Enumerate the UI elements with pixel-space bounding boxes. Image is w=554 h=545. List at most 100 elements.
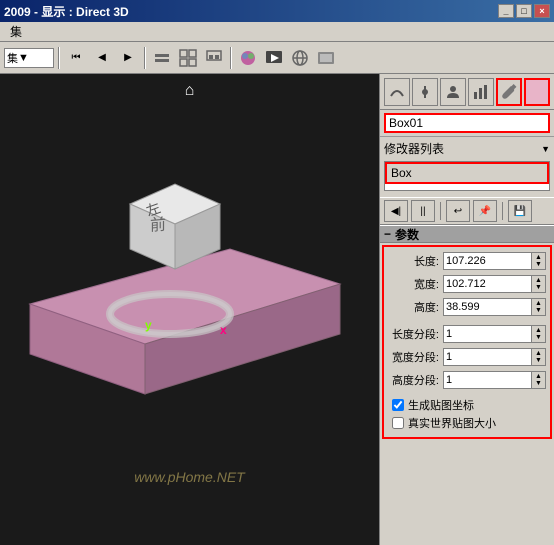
pt2-sep: [440, 202, 441, 220]
param-value-length[interactable]: [446, 255, 529, 267]
param-input-width-seg[interactable]: [443, 348, 532, 366]
checkbox-uvw[interactable]: [392, 399, 404, 411]
params-section: − 参数 长度: ▲ ▼ 宽度:: [380, 225, 554, 545]
param-input-length[interactable]: [443, 252, 532, 270]
scene-svg: 前 左 y x: [0, 74, 379, 545]
panel-btn-wrench[interactable]: [496, 78, 522, 106]
param-input-width[interactable]: [443, 275, 532, 293]
param-row-length: 长度: ▲ ▼: [388, 251, 546, 271]
minimize-button[interactable]: _: [498, 4, 514, 18]
params-header-text: 参数: [395, 226, 419, 243]
panel-color-swatch[interactable]: [524, 78, 550, 106]
close-button[interactable]: ×: [534, 4, 550, 18]
param-spinner-height-seg[interactable]: ▲ ▼: [532, 371, 546, 389]
preview-btn[interactable]: [314, 46, 338, 70]
param-label-height-seg: 高度分段:: [388, 372, 443, 388]
pt2-btn-undo[interactable]: ↩: [446, 200, 470, 222]
param-spinner-height[interactable]: ▲ ▼: [532, 298, 546, 316]
spin-up-height[interactable]: ▲: [535, 300, 542, 307]
collapse-icon[interactable]: −: [384, 227, 391, 241]
maximize-button[interactable]: □: [516, 4, 532, 18]
svg-text:y: y: [145, 318, 152, 332]
spin-down-length[interactable]: ▼: [535, 261, 542, 268]
spin-down-length-seg[interactable]: ▼: [535, 334, 542, 341]
spin-up-length-seg[interactable]: ▲: [535, 327, 542, 334]
param-spinner-width[interactable]: ▲ ▼: [532, 275, 546, 293]
param-row-length-seg: 长度分段: ▲ ▼: [388, 324, 546, 344]
toolbar: 集▼ ⏮ ◀ ▶: [0, 42, 554, 74]
modifier-item-label: Box: [391, 166, 412, 180]
panel-btn-user[interactable]: [440, 78, 466, 106]
svg-text:x: x: [220, 323, 227, 337]
pt2-btn-save[interactable]: 💾: [508, 200, 532, 222]
object-name-row: [380, 110, 554, 137]
panel-btn-pin[interactable]: [412, 78, 438, 106]
right-panel: 修改器列表 ▼ Box ◀| || ↩ 📌 💾 − 参数: [379, 74, 554, 545]
pt2-btn-pin[interactable]: ◀|: [384, 200, 408, 222]
snap-btn[interactable]: [202, 46, 226, 70]
param-value-length-seg[interactable]: [446, 328, 529, 340]
param-spinner-length-seg[interactable]: ▲ ▼: [532, 325, 546, 343]
menu-bar: 集: [0, 22, 554, 42]
param-input-height-seg[interactable]: [443, 371, 532, 389]
panel-toolbar-2: ◀| || ↩ 📌 💾: [380, 197, 554, 225]
param-input-length-seg[interactable]: [443, 325, 532, 343]
param-input-height[interactable]: [443, 298, 532, 316]
main-area: ⌂ 前 左 y x: [0, 74, 554, 545]
title-text: 2009 - 显示 : Direct 3D: [4, 3, 129, 20]
layers-btn[interactable]: [150, 46, 174, 70]
param-label-width: 宽度:: [388, 276, 443, 292]
toolbar-sep-2: [144, 47, 146, 69]
checkbox-row-uvw: 生成贴图坐标: [388, 397, 546, 413]
env-btn[interactable]: [288, 46, 312, 70]
checkbox-realworld[interactable]: [392, 417, 404, 429]
params-header: − 参数: [380, 225, 554, 243]
nav-next-btn[interactable]: ▶: [116, 46, 140, 70]
panel-btn-curve[interactable]: [384, 78, 410, 106]
toolbar-dropdown[interactable]: 集▼: [4, 48, 54, 68]
param-spinner-width-seg[interactable]: ▲ ▼: [532, 348, 546, 366]
spin-down-width[interactable]: ▼: [535, 284, 542, 291]
panel-btn-graph[interactable]: [468, 78, 494, 106]
dropdown-value: 集: [7, 50, 18, 66]
grid-btn[interactable]: [176, 46, 200, 70]
menu-item-ji[interactable]: 集: [4, 22, 28, 41]
param-value-width[interactable]: [446, 278, 529, 290]
panel-toolbar: [380, 74, 554, 110]
spin-up-width[interactable]: ▲: [535, 277, 542, 284]
nav-prev-btn[interactable]: ◀: [90, 46, 114, 70]
render-btn[interactable]: [262, 46, 286, 70]
pt2-sep-2: [502, 202, 503, 220]
param-row-height: 高度: ▲ ▼: [388, 297, 546, 317]
param-value-height-seg[interactable]: [446, 374, 529, 386]
spin-up-width-seg[interactable]: ▲: [535, 350, 542, 357]
spin-up-height-seg[interactable]: ▲: [535, 373, 542, 380]
param-row-height-seg: 高度分段: ▲ ▼: [388, 370, 546, 390]
modifier-dropdown-arrow[interactable]: ▼: [541, 144, 550, 154]
param-label-length: 长度:: [388, 253, 443, 269]
checkbox-row-realworld: 真实世界贴图大小: [388, 415, 546, 431]
modifier-item-box[interactable]: Box: [385, 162, 549, 184]
pt2-btn-pin2[interactable]: 📌: [473, 200, 497, 222]
spin-down-height[interactable]: ▼: [535, 307, 542, 314]
checkbox-label-uvw: 生成贴图坐标: [408, 397, 474, 413]
spin-down-height-seg[interactable]: ▼: [535, 380, 542, 387]
pt2-btn-pause[interactable]: ||: [411, 200, 435, 222]
colors-btn[interactable]: [236, 46, 260, 70]
param-value-height[interactable]: [446, 301, 529, 313]
checkbox-label-realworld: 真实世界贴图大小: [408, 415, 496, 431]
title-bar: 2009 - 显示 : Direct 3D _ □ ×: [0, 0, 554, 22]
modifier-label-text: 修改器列表: [384, 140, 444, 157]
param-spinner-length[interactable]: ▲ ▼: [532, 252, 546, 270]
object-name-input[interactable]: [384, 113, 550, 133]
viewport[interactable]: ⌂ 前 左 y x: [0, 74, 379, 545]
modifier-label: 修改器列表 ▼: [380, 137, 554, 159]
param-row-width: 宽度: ▲ ▼: [388, 274, 546, 294]
nav-first-btn[interactable]: ⏮: [64, 46, 88, 70]
spin-down-width-seg[interactable]: ▼: [535, 357, 542, 364]
param-value-width-seg[interactable]: [446, 351, 529, 363]
title-buttons[interactable]: _ □ ×: [498, 4, 550, 18]
modifier-list: Box: [384, 161, 550, 191]
param-label-width-seg: 宽度分段:: [388, 349, 443, 365]
spin-up-length[interactable]: ▲: [535, 254, 542, 261]
